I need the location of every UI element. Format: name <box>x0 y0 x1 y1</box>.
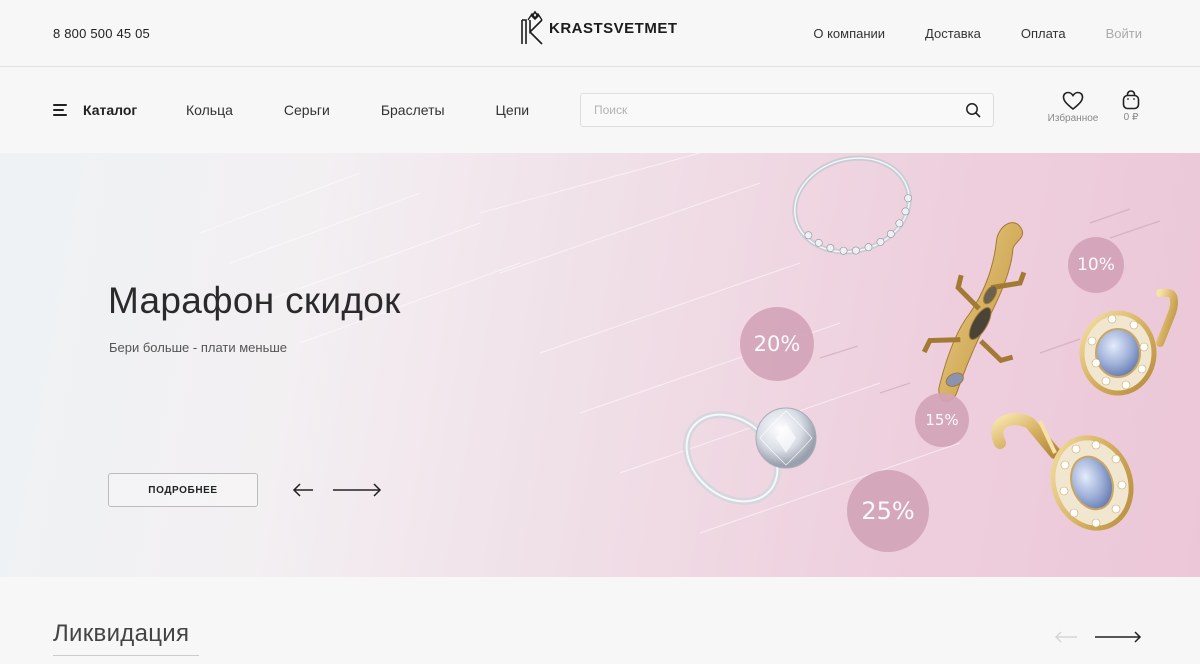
arrow-right-icon[interactable] <box>332 481 382 499</box>
search-box <box>580 93 994 127</box>
hero-title: Марафон скидок <box>108 280 401 321</box>
section-title: Ликвидация <box>53 620 190 647</box>
search-input[interactable] <box>581 94 941 126</box>
hero-subtitle: Бери больше - плати меньше <box>109 340 288 355</box>
more-button[interactable]: ПОДРОБНЕЕ <box>108 473 258 507</box>
top-bar: 8 800 500 45 05 KRASTSVETMET О компании … <box>0 0 1200 67</box>
arrow-left-icon[interactable] <box>292 481 314 499</box>
favorites-button[interactable]: Избранное <box>1045 91 1101 124</box>
section-underline <box>53 655 199 656</box>
gecko-brooch <box>921 222 1027 402</box>
discount-badge-10: 10% <box>1068 237 1124 293</box>
category-links: Кольца Серьги Браслеты Цепи <box>186 102 580 118</box>
arrow-right-icon[interactable] <box>1094 629 1142 645</box>
cart-button[interactable]: 0 ₽ <box>1114 90 1148 123</box>
arrow-left-icon[interactable] <box>1054 629 1078 645</box>
nav-link-earrings[interactable]: Серьги <box>284 102 330 118</box>
nav-link-chains[interactable]: Цепи <box>496 102 530 118</box>
jewelry-illustration <box>683 155 1179 531</box>
top-links: О компании Доставка Оплата Войти <box>773 26 1142 41</box>
heart-icon <box>1062 91 1084 111</box>
payment-link[interactable]: Оплата <box>1021 26 1066 41</box>
earring-top <box>1079 289 1179 396</box>
discount-badge-25: 25% <box>847 470 929 552</box>
hero-banner[interactable]: Марафон скидок Бери больше - плати меньш… <box>0 153 1200 577</box>
bag-icon <box>1122 90 1140 110</box>
earring-bottom <box>991 413 1134 531</box>
cart-total: 0 ₽ <box>1123 112 1139 123</box>
phone-link[interactable]: 8 800 500 45 05 <box>53 26 150 41</box>
burger-icon <box>53 104 67 116</box>
catalog-label: Каталог <box>83 102 138 118</box>
search-icon[interactable] <box>965 102 981 118</box>
solitaire-ring <box>683 407 817 505</box>
delivery-link[interactable]: Доставка <box>925 26 981 41</box>
catalog-button[interactable]: Каталог <box>53 102 137 118</box>
nav-link-rings[interactable]: Кольца <box>186 102 233 118</box>
nav-link-bracelets[interactable]: Браслеты <box>381 102 445 118</box>
discount-badge-20: 20% <box>740 307 814 381</box>
logo-mark-icon <box>521 10 543 45</box>
eternity-ring <box>792 155 913 255</box>
login-link[interactable]: Войти <box>1106 26 1142 41</box>
logo-text: KRASTSVETMET <box>549 19 678 37</box>
about-link[interactable]: О компании <box>813 26 885 41</box>
favorites-label: Избранное <box>1047 113 1099 124</box>
discount-badge-15: 15% <box>915 393 969 447</box>
logo[interactable]: KRASTSVETMET <box>519 10 678 46</box>
main-nav: Каталог Кольца Серьги Браслеты Цепи Избр… <box>0 68 1200 153</box>
